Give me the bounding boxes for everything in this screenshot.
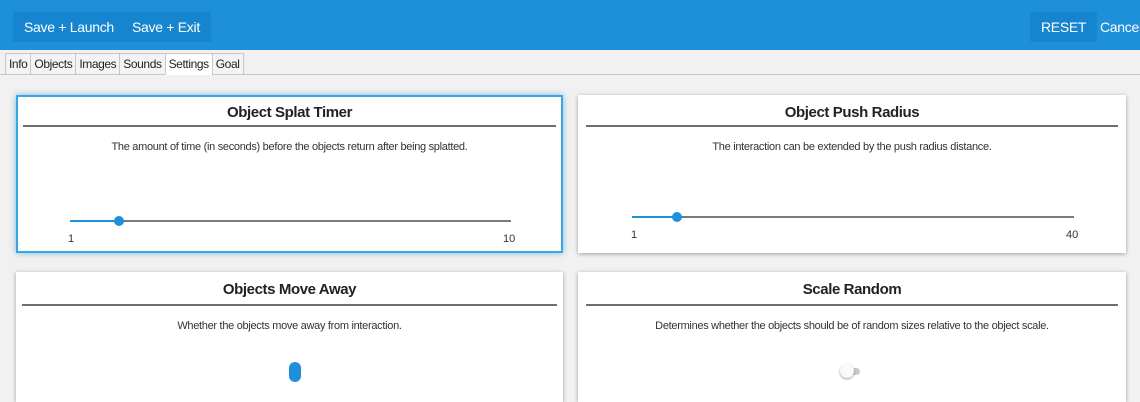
toggle-thumb (840, 364, 854, 378)
move-away-card: Objects Move Away Whether the objects mo… (16, 272, 563, 402)
slider-thumb[interactable] (114, 216, 124, 226)
tab-sounds[interactable]: Sounds (119, 53, 165, 75)
tab-objects[interactable]: Objects (30, 53, 76, 75)
save-launch-button[interactable]: Save + Launch (13, 12, 125, 42)
move-away-toggle[interactable] (289, 362, 301, 382)
tab-info[interactable]: Info (5, 53, 31, 75)
card-description: Determines whether the objects should be… (655, 320, 1049, 332)
push-radius-card: Object Push Radius The interaction can b… (578, 95, 1126, 253)
card-title: Object Splat Timer (226, 104, 353, 121)
save-exit-button[interactable]: Save + Exit (121, 12, 211, 42)
card-description: The amount of time (in seconds) before t… (111, 141, 468, 153)
slider-min-label: 1 (68, 233, 75, 245)
tab-images[interactable]: Images (75, 53, 120, 75)
tab-settings[interactable]: Settings (164, 53, 212, 75)
title-divider (586, 125, 1118, 127)
top-toolbar: Save + Launch Save + Exit RESET Cancel (0, 0, 1140, 50)
title-divider (22, 304, 557, 306)
title-divider (586, 304, 1118, 306)
slider-fill (632, 216, 678, 218)
slider-thumb[interactable] (672, 212, 683, 222)
card-title: Object Push Radius (784, 104, 920, 121)
title-divider (23, 125, 556, 127)
tab-bar: Info Objects Images Sounds Settings Goal (5, 53, 244, 75)
splat-timer-card: Object Splat Timer The amount of time (i… (16, 95, 563, 253)
reset-button[interactable]: RESET (1030, 12, 1098, 42)
slider-track[interactable] (70, 220, 511, 222)
slider-track[interactable] (632, 216, 1074, 218)
card-description: Whether the objects move away from inter… (177, 320, 402, 332)
slider-max-label: 40 (1066, 229, 1079, 241)
cancel-button[interactable]: Cancel (1092, 12, 1140, 42)
slider-fill (70, 220, 119, 222)
card-description: The interaction can be extended by the p… (712, 141, 992, 153)
card-title: Objects Move Away (222, 281, 357, 298)
slider-max-label: 10 (503, 233, 516, 245)
tab-goal[interactable]: Goal (211, 53, 244, 75)
scale-random-card: Scale Random Determines whether the obje… (578, 272, 1126, 402)
card-title: Scale Random (802, 281, 902, 298)
slider-min-label: 1 (631, 229, 638, 241)
scale-random-toggle[interactable] (840, 364, 862, 378)
